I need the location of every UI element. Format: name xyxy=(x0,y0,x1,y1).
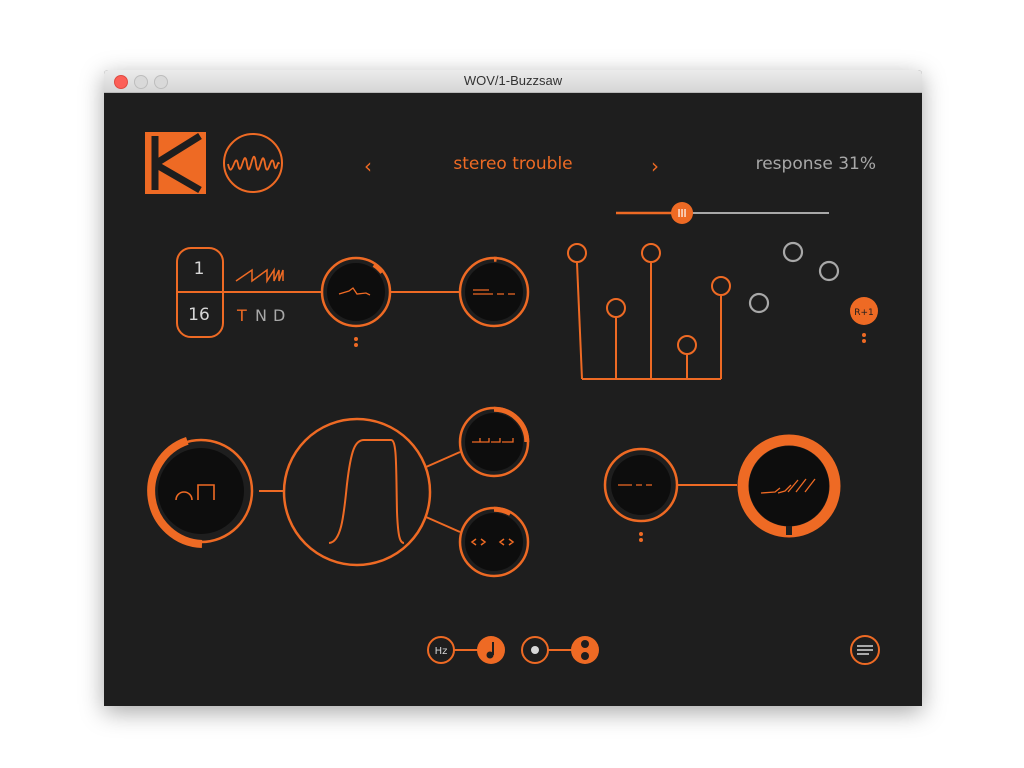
plugin-window: WOV/1-Buzzsaw R+1 Hz ‹ stereo trouble › … xyxy=(104,70,922,706)
waveform-knob[interactable] xyxy=(458,256,530,328)
badge-options-icon[interactable] xyxy=(862,333,866,343)
filter-response-display[interactable] xyxy=(282,417,432,567)
shape-mode-knob[interactable] xyxy=(147,437,254,548)
lfo-options-icon[interactable] xyxy=(354,337,358,347)
mode-dotted-button[interactable]: D xyxy=(273,306,285,325)
previous-preset-button[interactable]: ‹ xyxy=(364,154,372,178)
step-sequencer[interactable] xyxy=(567,243,731,380)
tempo-numerator[interactable]: 1 xyxy=(176,259,222,279)
mod-amount-knob[interactable] xyxy=(603,447,679,523)
inactive-steps[interactable] xyxy=(748,241,840,314)
title-bar: WOV/1-Buzzsaw xyxy=(104,70,922,93)
r-plus-one-badge-label: R+1 xyxy=(854,308,874,318)
brand-logo xyxy=(145,132,206,194)
mix-knob[interactable] xyxy=(737,434,841,538)
filter-mode-knob[interactable] xyxy=(458,406,530,478)
response-readout: response 31% xyxy=(755,154,876,174)
window-title: WOV/1-Buzzsaw xyxy=(463,73,563,88)
sawtooth-rate-icon xyxy=(235,267,284,284)
waveform-logo-icon xyxy=(223,133,283,193)
mode-triplet-button[interactable]: T xyxy=(237,306,247,325)
plugin-panel: R+1 Hz ‹ stereo trouble › response 31% 1… xyxy=(104,92,922,706)
mono-stereo-toggle[interactable] xyxy=(521,636,599,664)
mode-normal-button[interactable]: N xyxy=(255,306,267,325)
tempo-denominator[interactable]: 16 xyxy=(176,305,222,325)
stereo-spread-knob[interactable] xyxy=(458,506,530,578)
next-preset-button[interactable]: › xyxy=(651,154,659,178)
mod-options-icon[interactable] xyxy=(639,532,643,542)
hz-label: Hz xyxy=(435,646,448,657)
preset-name[interactable]: stereo trouble xyxy=(394,154,632,174)
response-slider[interactable] xyxy=(616,202,829,224)
menu-icon[interactable] xyxy=(850,635,880,665)
lfo-shape-knob[interactable] xyxy=(320,256,392,328)
response-slider-handle[interactable] xyxy=(671,202,694,224)
